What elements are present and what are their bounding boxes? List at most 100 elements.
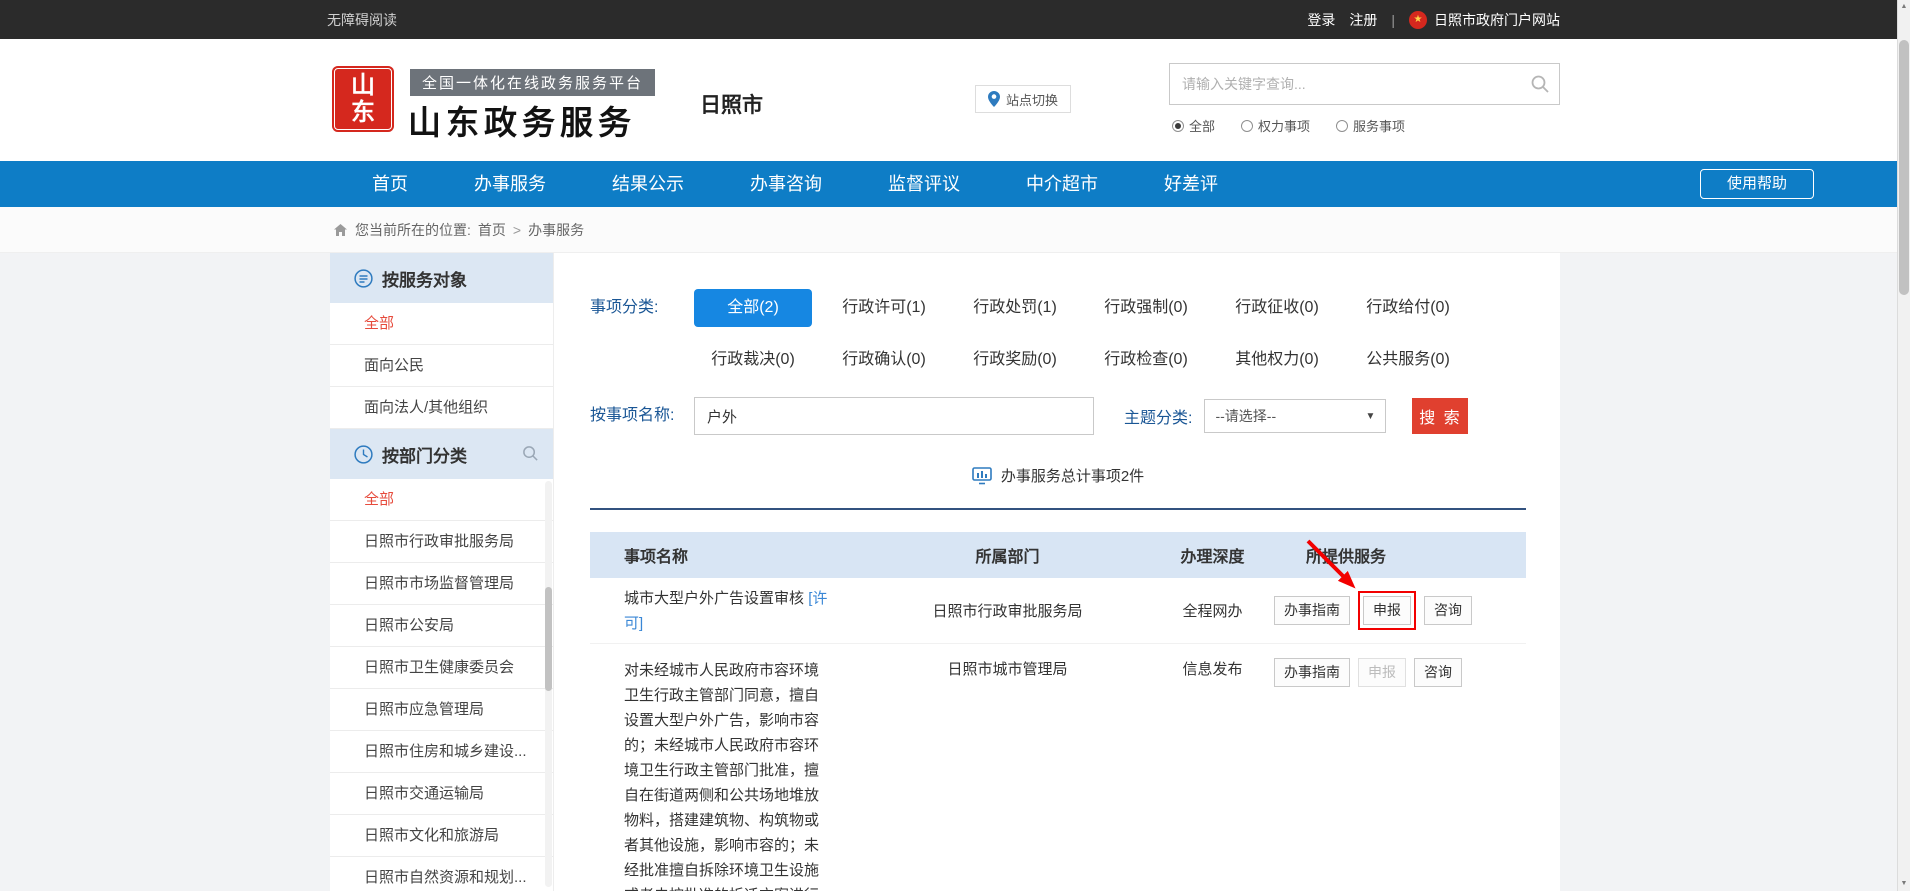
item-department-cell: 日照市城市管理局 [860, 658, 1155, 679]
tab-other-powers[interactable]: 其他权力(0) [1218, 341, 1336, 379]
sidebar-scrollbar-thumb[interactable] [545, 587, 552, 691]
page-scrollbar[interactable]: ▲ ▼ [1897, 0, 1910, 891]
items-table: 事项名称 所属部门 办理深度 所提供服务 城市大型户外广告设置审核 [许可] 日… [590, 532, 1526, 891]
scope-all-radio[interactable]: 全部 [1172, 116, 1215, 135]
item-name-cell: 对未经城市人民政府市容环境卫生行政主管部门同意，擅自设置大型户外广告，影响市容的… [590, 658, 860, 891]
table-header-row: 事项名称 所属部门 办理深度 所提供服务 [590, 532, 1526, 578]
page-scrollbar-thumb[interactable] [1899, 40, 1909, 295]
tab-administrative-payment[interactable]: 行政给付(0) [1349, 289, 1467, 327]
sidebar-item-dept-emergency[interactable]: 日照市应急管理局 [330, 689, 553, 731]
tab-administrative-license[interactable]: 行政许可(1) [825, 289, 943, 327]
scope-all-label: 全部 [1189, 116, 1215, 135]
topic-select-value: --请选择-- [1215, 406, 1276, 426]
platform-badge: 全国一体化在线政务服务平台 [410, 69, 655, 96]
radio-checked-icon [1172, 120, 1184, 132]
scroll-up-icon[interactable]: ▲ [1898, 0, 1910, 14]
category-tabs: 全部(2) 行政许可(1) 行政处罚(1) 行政强制(0) 行政征收(0) 行政… [694, 289, 1467, 379]
sidebar-title-service-object: 按服务对象 [382, 266, 467, 291]
nav-item-home[interactable]: 首页 [372, 161, 408, 207]
chevron-down-icon: ▼ [1366, 411, 1376, 422]
nav-item-results[interactable]: 结果公示 [612, 161, 684, 207]
list-circle-icon [354, 269, 373, 288]
sidebar-scrollbar[interactable] [545, 481, 552, 887]
nav-item-intermediary[interactable]: 中介超市 [1026, 161, 1098, 207]
nav-item-rating[interactable]: 好差评 [1164, 161, 1218, 207]
category-filter-label: 事项分类: [590, 289, 694, 379]
sidebar-item-dept-transport[interactable]: 日照市交通运输局 [330, 773, 553, 815]
monitor-chart-icon [972, 467, 992, 485]
item-depth-cell: 信息发布 [1155, 658, 1270, 679]
guide-button[interactable]: 办事指南 [1274, 596, 1350, 625]
content-panel: 按服务对象 全部 面向公民 面向法人/其他组织 按部门分类 全部 日照市行政审批… [330, 253, 1560, 891]
site-switch-label: 站点切换 [1006, 90, 1058, 109]
sidebar-item-dept-approval-bureau[interactable]: 日照市行政审批服务局 [330, 521, 553, 563]
main-navigation: 首页 办事服务 结果公示 办事咨询 监督评议 中介超市 好差评 使用帮助 [0, 161, 1910, 207]
tab-administrative-reward[interactable]: 行政奖励(0) [956, 341, 1074, 379]
site-switch-button[interactable]: 站点切换 [975, 85, 1071, 113]
seal-char-1: 山 [351, 72, 375, 99]
col-header-item-name: 事项名称 [590, 543, 860, 567]
brand-title: 山东政务服务 [408, 96, 636, 144]
tab-administrative-penalty[interactable]: 行政处罚(1) [956, 289, 1074, 327]
scope-service-items-radio[interactable]: 服务事项 [1336, 116, 1405, 135]
keyword-search-input[interactable] [1170, 76, 1521, 92]
apply-button[interactable]: 申报 [1363, 596, 1411, 625]
tab-administrative-coercion[interactable]: 行政强制(0) [1087, 289, 1205, 327]
sidebar-item-citizens[interactable]: 面向公民 [330, 345, 553, 387]
table-top-divider [590, 508, 1526, 510]
scope-power-items-radio[interactable]: 权力事项 [1241, 116, 1310, 135]
topic-category-label: 主题分类: [1124, 404, 1192, 428]
nav-item-supervision[interactable]: 监督评议 [888, 161, 960, 207]
result-summary-text: 办事服务总计事项2件 [1001, 465, 1144, 486]
help-button[interactable]: 使用帮助 [1700, 169, 1814, 199]
search-icon[interactable] [1521, 64, 1559, 104]
tab-administrative-levy[interactable]: 行政征收(0) [1218, 289, 1336, 327]
consult-button[interactable]: 咨询 [1414, 658, 1462, 687]
register-link[interactable]: 注册 [1349, 10, 1377, 30]
department-list: 全部 日照市行政审批服务局 日照市市场监督管理局 日照市公安局 日照市卫生健康委… [330, 479, 553, 891]
guide-button[interactable]: 办事指南 [1274, 658, 1350, 687]
tab-all[interactable]: 全部(2) [694, 289, 812, 327]
radio-icon [1241, 120, 1253, 132]
item-name-input[interactable] [694, 397, 1094, 435]
breadcrumb: 您当前所在的位置: 首页 > 办事服务 [0, 207, 1910, 253]
sidebar-item-dept-natural-resources[interactable]: 日照市自然资源和规划... [330, 857, 553, 891]
scope-service-items-label: 服务事项 [1353, 116, 1405, 135]
sidebar-item-dept-public-security[interactable]: 日照市公安局 [330, 605, 553, 647]
sidebar-item-dept-housing[interactable]: 日照市住房和城乡建设... [330, 731, 553, 773]
sidebar-header-service-object: 按服务对象 [330, 253, 553, 303]
item-name-label: 按事项名称: [590, 397, 694, 435]
login-link[interactable]: 登录 [1307, 10, 1335, 30]
nav-item-services[interactable]: 办事服务 [474, 161, 546, 207]
accessibility-link[interactable]: 无障碍阅读 [327, 10, 397, 30]
nav-item-consult[interactable]: 办事咨询 [750, 161, 822, 207]
topic-category-select[interactable]: --请选择-- ▼ [1204, 399, 1386, 433]
tab-administrative-confirmation[interactable]: 行政确认(0) [825, 341, 943, 379]
breadcrumb-home-link[interactable]: 首页 [478, 220, 506, 240]
sidebar-item-object-all[interactable]: 全部 [330, 303, 553, 345]
sidebar-title-department: 按部门分类 [382, 442, 467, 467]
sidebar: 按服务对象 全部 面向公民 面向法人/其他组织 按部门分类 全部 日照市行政审批… [330, 253, 554, 891]
item-services-cell: 办事指南 申报 咨询 [1270, 658, 1526, 687]
breadcrumb-separator: > [513, 222, 521, 238]
tab-administrative-inspection[interactable]: 行政检查(0) [1087, 341, 1205, 379]
sidebar-item-dept-culture-tourism[interactable]: 日照市文化和旅游局 [330, 815, 553, 857]
pie-circle-icon [354, 445, 373, 464]
scroll-down-icon[interactable]: ▼ [1898, 877, 1910, 891]
col-header-services: 所提供服务 [1270, 543, 1526, 567]
portal-link[interactable]: ★ 日照市政府门户网站 [1409, 10, 1560, 30]
sidebar-item-dept-market-regulation[interactable]: 日照市市场监督管理局 [330, 563, 553, 605]
scope-power-items-label: 权力事项 [1258, 116, 1310, 135]
tab-public-services[interactable]: 公共服务(0) [1349, 341, 1467, 379]
sidebar-item-legal-persons[interactable]: 面向法人/其他组织 [330, 387, 553, 429]
result-summary: 办事服务总计事项2件 [590, 465, 1526, 486]
breadcrumb-current[interactable]: 办事服务 [528, 220, 584, 240]
col-header-depth: 办理深度 [1155, 543, 1270, 567]
search-button[interactable]: 搜 索 [1412, 398, 1468, 434]
sidebar-item-dept-all[interactable]: 全部 [330, 479, 553, 521]
sidebar-item-dept-health[interactable]: 日照市卫生健康委员会 [330, 647, 553, 689]
item-department-cell: 日照市行政审批服务局 [860, 600, 1155, 621]
tab-administrative-ruling[interactable]: 行政裁决(0) [694, 341, 812, 379]
department-search-icon[interactable] [522, 445, 539, 467]
consult-button[interactable]: 咨询 [1424, 596, 1472, 625]
